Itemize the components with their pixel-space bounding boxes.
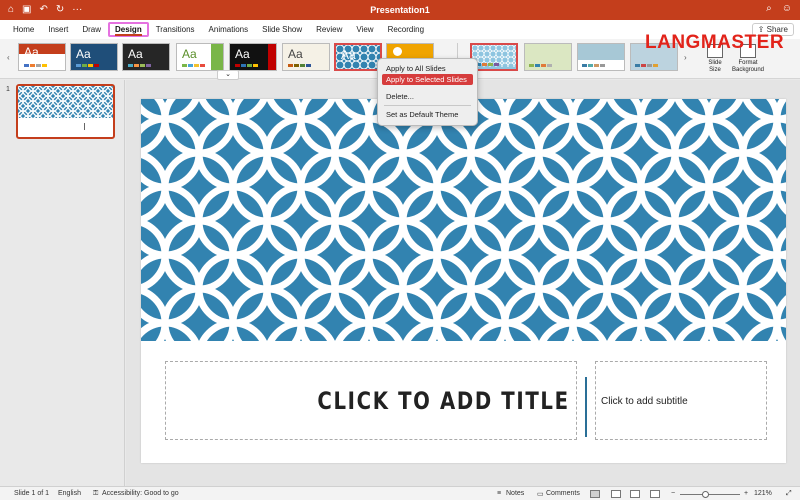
slide-sorter-view-icon[interactable]	[611, 490, 621, 498]
tab-review[interactable]: Review	[309, 22, 349, 37]
slide-thumbnail[interactable]	[16, 84, 115, 139]
thumbnail-pattern	[18, 86, 113, 118]
slide-thumbnail-panel: 1	[0, 80, 125, 486]
theme-dark-blue[interactable]: Aa	[70, 43, 118, 71]
zoom-slider-knob[interactable]	[702, 491, 709, 498]
format-background-label: Format Background	[731, 60, 765, 73]
accessibility-status[interactable]: Accessibility: Good to go	[102, 490, 179, 497]
notes-icon: ≡	[497, 490, 502, 497]
reading-view-icon[interactable]	[630, 490, 640, 498]
tab-recording[interactable]: Recording	[381, 22, 431, 37]
tab-view[interactable]: View	[349, 22, 380, 37]
profile-icon[interactable]: ☺	[782, 3, 792, 14]
theme-label: Aa	[182, 47, 197, 61]
menu-set-default-theme[interactable]: Set as Default Theme	[378, 109, 477, 120]
comments-icon: ▭	[537, 491, 544, 498]
title-placeholder[interactable]: CLICK TO ADD TITLE	[165, 361, 577, 440]
title-bar: ⌂ ▣ ↶ ↻ ··· Presentation1 ⌕ ☺	[0, 0, 800, 20]
brand-watermark: LANGMASTER	[645, 32, 785, 53]
theme-circles-selected[interactable]: Aa	[334, 43, 382, 71]
document-title: Presentation1	[370, 5, 430, 15]
theme-black[interactable]: Aa	[122, 43, 170, 71]
theme-swatch	[393, 47, 402, 56]
zoom-slider-track[interactable]	[680, 494, 740, 495]
slide-background-pattern	[141, 99, 786, 341]
theme-office[interactable]: Aa	[18, 43, 66, 71]
slide-count: Slide 1 of 1	[14, 490, 50, 497]
theme-label: Aa	[288, 47, 303, 61]
zoom-level[interactable]: 121%	[754, 490, 772, 497]
normal-view-icon[interactable]	[590, 490, 600, 498]
tab-transitions[interactable]: Transitions	[149, 22, 202, 37]
theme-context-menu: Apply to All Slides Apply to Selected Sl…	[377, 58, 478, 126]
tab-draw[interactable]: Draw	[75, 22, 108, 37]
slide[interactable]: CLICK TO ADD TITLE Click to add subtitle	[141, 99, 786, 463]
subtitle-placeholder[interactable]: Click to add subtitle	[595, 361, 767, 440]
theme-label: Aa	[341, 48, 356, 62]
search-icon[interactable]: ⌕	[766, 3, 772, 14]
theme-red-black[interactable]: Aa	[229, 43, 277, 71]
fit-slide-icon[interactable]: ⤢	[786, 490, 792, 498]
tab-insert[interactable]: Insert	[41, 22, 75, 37]
comments-button[interactable]: Comments	[546, 490, 580, 497]
tab-animations[interactable]: Animations	[202, 22, 256, 37]
variant-3[interactable]	[577, 43, 625, 71]
menu-separator	[384, 105, 471, 106]
theme-green[interactable]: Aa	[176, 43, 224, 71]
theme-label: Aa	[76, 47, 91, 61]
tab-slide-show[interactable]: Slide Show	[255, 22, 309, 37]
accessibility-icon: ⚿	[93, 490, 99, 497]
theme-label: Aa	[235, 47, 250, 61]
theme-swatch	[268, 44, 276, 70]
zoom-out-icon[interactable]: −	[671, 490, 675, 497]
tab-design[interactable]: Design	[108, 22, 149, 37]
themes-expand-icon[interactable]: ⌄	[217, 70, 239, 80]
themes-scroll-left-icon[interactable]: ‹	[7, 53, 10, 62]
zoom-in-icon[interactable]: +	[744, 490, 748, 497]
theme-swatch	[211, 44, 223, 70]
theme-cream[interactable]: Aa	[282, 43, 330, 71]
slide-title: CLICK TO ADD TITLE	[317, 387, 570, 415]
tab-home[interactable]: Home	[6, 22, 41, 37]
menu-delete[interactable]: Delete...	[378, 91, 477, 102]
thumbnail-title-line	[84, 123, 85, 130]
variants-scroll-right-icon[interactable]: ›	[684, 53, 687, 62]
slide-number: 1	[6, 86, 10, 93]
tab-design-label: Design	[115, 25, 142, 36]
title-accent-line	[585, 377, 587, 437]
slideshow-view-icon[interactable]	[650, 490, 660, 498]
slide-subtitle: Click to add subtitle	[601, 396, 688, 407]
menu-apply-selected-slides[interactable]: Apply to Selected Slides	[382, 74, 473, 85]
variant-2[interactable]	[524, 43, 572, 71]
theme-label: Aa	[24, 45, 39, 59]
menu-apply-all-slides[interactable]: Apply to All Slides	[378, 63, 477, 74]
theme-label: Aa	[128, 47, 143, 61]
status-bar: Slide 1 of 1 English ⚿ Accessibility: Go…	[0, 486, 800, 500]
slide-size-label: Slide Size	[708, 60, 722, 73]
notes-button[interactable]: Notes	[506, 490, 524, 497]
language-status[interactable]: English	[58, 490, 81, 497]
